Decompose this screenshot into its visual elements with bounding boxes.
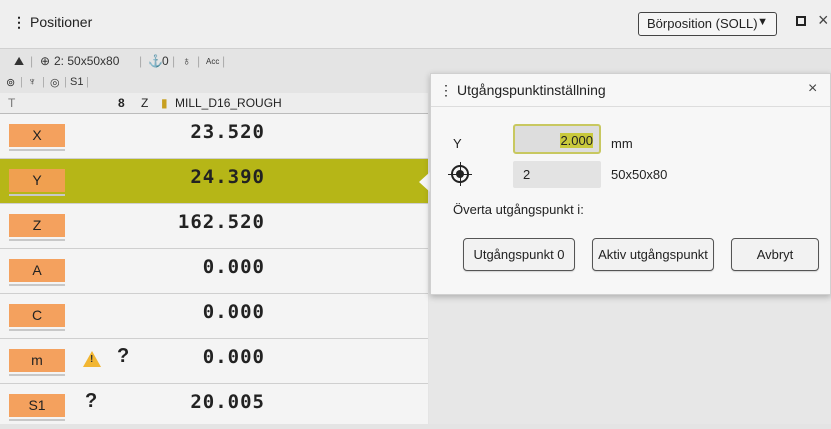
separator: | <box>30 54 34 68</box>
tool-icon: ♆ <box>28 76 37 88</box>
preset-0-button[interactable]: Utgångspunkt 0 <box>463 238 575 271</box>
axis-value: 162.520 <box>177 211 265 233</box>
transfer-label: Överta utgångspunkt i: <box>453 202 584 217</box>
dialog-title-text: Utgångspunktinställning <box>457 82 606 98</box>
separator: | <box>86 76 89 88</box>
axis-row-m[interactable]: m ? 0.000 <box>0 339 428 384</box>
close-icon[interactable]: × <box>818 10 829 31</box>
axis-value: 0.000 <box>202 256 265 278</box>
axis-row-z[interactable]: Z 162.520 <box>0 204 428 249</box>
axis-row-x[interactable]: X 23.520 <box>0 114 428 159</box>
axis-value: 23.520 <box>190 121 265 143</box>
axis-row-a[interactable]: A 0.000 <box>0 249 428 294</box>
separator: | <box>172 54 176 68</box>
axis-row-s1[interactable]: S1 ? 20.005 <box>0 384 428 429</box>
dialog-pointer <box>419 172 430 192</box>
preset-description: 50x50x80 <box>611 167 668 182</box>
drag-handle-icon[interactable]: ⋮ <box>439 82 453 98</box>
tool-mill-icon: ▮ <box>161 96 168 110</box>
drag-handle-icon[interactable]: ⋮ <box>12 14 26 30</box>
preset-setting-dialog: ⋮ Utgångspunktinställning × Y 2.000 mm 2 … <box>430 73 831 295</box>
status-row: ⊚ | ♆ | ◎ | S1 | <box>0 73 428 94</box>
position-mode-value: Börposition (SOLL) <box>647 16 758 31</box>
separator: | <box>139 54 143 68</box>
axis-value: 0.000 <box>202 301 265 323</box>
axis-row-c[interactable]: C 0.000 <box>0 294 428 339</box>
spindle-label: S1 <box>70 76 84 88</box>
separator: | <box>42 76 45 88</box>
axis-value-text: 2.000 <box>560 133 593 148</box>
axis-label: C <box>9 304 65 331</box>
axis-value: 24.390 <box>190 166 265 188</box>
axis-label: m <box>9 349 65 376</box>
maximize-icon[interactable] <box>796 16 806 26</box>
window-title: ⋮ Positioner <box>12 14 92 31</box>
separator: | <box>20 76 23 88</box>
tool-col-label: T <box>8 96 16 110</box>
acc-icon: Acc <box>206 57 220 66</box>
target-dot <box>456 170 464 178</box>
warning-icon <box>83 351 101 367</box>
workpiece-label: 2: 50x50x80 <box>54 54 120 68</box>
axis-label: S1 <box>9 394 65 421</box>
preset-number-field[interactable]: 2 <box>513 161 601 188</box>
dropdown-arrow-icon: ▼ <box>757 16 768 28</box>
preset-number: 0 <box>162 54 169 68</box>
unknown-marker: ? <box>117 345 130 367</box>
divider <box>431 106 830 107</box>
cancel-button[interactable]: Avbryt <box>731 238 819 271</box>
tool-name: MILL_D16_ROUGH <box>175 96 282 110</box>
axis-position-list: X 23.520 Y 24.390 Z 162.520 A 0.000 C 0.… <box>0 114 428 424</box>
preset-table-icon: ⚓ <box>148 54 163 68</box>
separator: | <box>222 54 226 68</box>
status-toolbar: ⛰ | ⊕ 2: 50x50x80 | ⚓ 0 | ♁ | Acc | <box>0 49 831 73</box>
axis-field-label: Y <box>453 136 462 151</box>
tool-row: T 8 Z ▮ MILL_D16_ROUGH <box>0 93 428 114</box>
axis-label: Y <box>9 169 65 196</box>
axis-label: Z <box>9 214 65 241</box>
tool-number: 8 <box>118 96 125 110</box>
axis-row-y[interactable]: Y 24.390 <box>0 159 428 204</box>
axis-label: A <box>9 259 65 286</box>
dialog-close-icon[interactable]: × <box>808 80 817 98</box>
dialog-title: ⋮ Utgångspunktinställning <box>439 82 606 99</box>
title-bar: ⋮ Positioner Börposition (SOLL) ▼ × <box>0 0 831 49</box>
coolant-icon: ⊚ <box>6 77 16 89</box>
active-preset-button[interactable]: Aktiv utgångspunkt <box>592 238 714 271</box>
unit-label: mm <box>611 136 633 151</box>
unknown-marker: ? <box>85 390 98 412</box>
tool-axis: Z <box>141 96 149 110</box>
separator: | <box>197 54 201 68</box>
preset-crosshair-icon: ⊕ <box>40 54 51 68</box>
feed-icon: ♁ <box>182 54 191 68</box>
position-mode-select[interactable]: Börposition (SOLL) ▼ <box>638 12 777 36</box>
separator: | <box>64 76 67 88</box>
axis-value: 20.005 <box>190 391 265 413</box>
axis-label: X <box>9 124 65 151</box>
preset-target-icon <box>448 162 472 186</box>
axis-value: 0.000 <box>202 346 265 368</box>
workpiece-icon: ⛰ <box>14 54 25 68</box>
window-title-text: Positioner <box>30 14 93 30</box>
spindle-icon: ◎ <box>50 77 60 89</box>
axis-value-input[interactable]: 2.000 <box>513 124 601 154</box>
